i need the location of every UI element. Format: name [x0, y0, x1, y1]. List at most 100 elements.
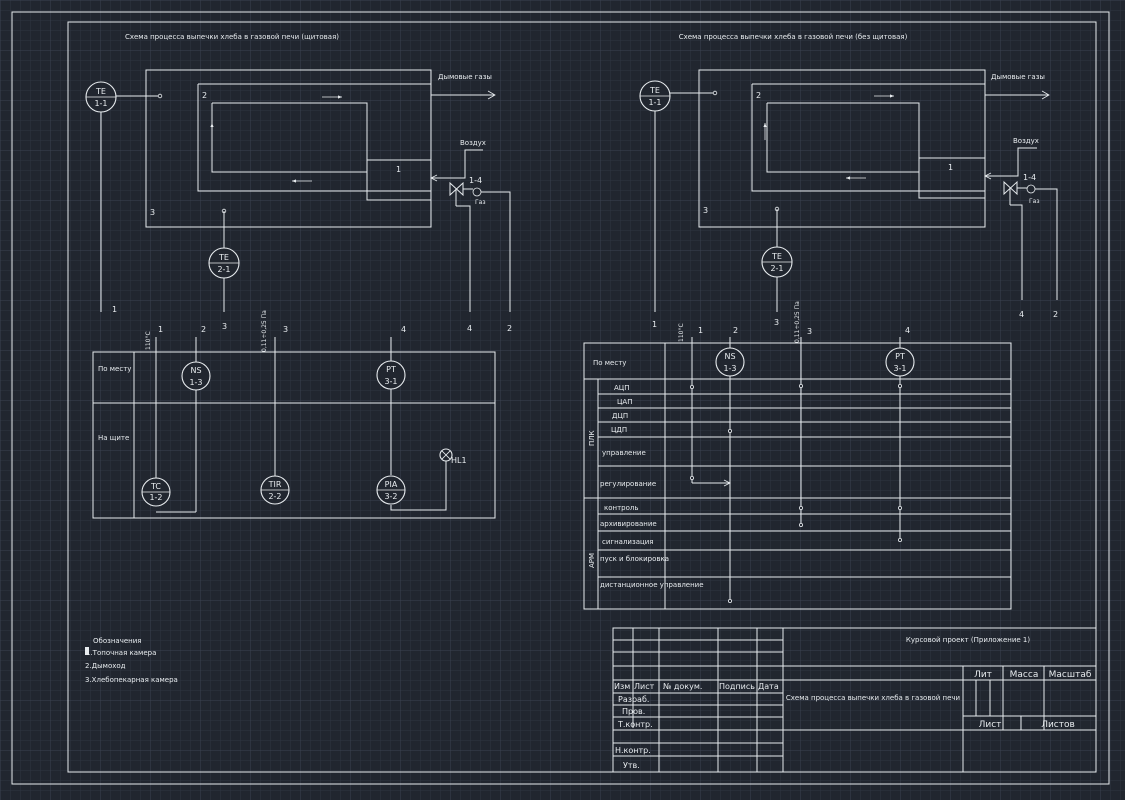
svg-text:1-1: 1-1 [648, 98, 661, 107]
left-zone-3-label: 3 [150, 208, 155, 217]
right-flue-gas-label: Дымовые газы [991, 73, 1045, 81]
right-te-1-1: TE 1-1 [639, 80, 671, 112]
right-group-arm: АРМ [588, 553, 596, 568]
left-line-num-2: 2 [507, 324, 512, 333]
right-arm-row-archiving: архивирование [600, 520, 657, 528]
right-te-2-1: TE 2-1 [761, 246, 793, 278]
svg-text:3-1: 3-1 [384, 377, 397, 386]
right-range-temp: 110°С [678, 323, 685, 342]
left-range-pressure: 0,11÷0,25 Па [261, 310, 268, 352]
left-te-2-1: TE 2-1 [208, 247, 240, 279]
svg-text:PT: PT [895, 352, 905, 361]
right-valve-tag: 1-4 [1023, 173, 1036, 182]
right-plc-row-adc: АЦП [614, 384, 630, 392]
right-plc-row-dcp: ДЦП [612, 412, 628, 420]
left-row-local: По месту [98, 365, 131, 373]
right-row-local: По месту [593, 359, 626, 367]
svg-text:1-3: 1-3 [723, 364, 736, 373]
right-zone-2-label: 2 [756, 91, 761, 100]
left-col-num-1: 1 [158, 325, 163, 334]
title-sheets-label: Листов [1041, 720, 1075, 730]
right-line-num-1: 1 [652, 320, 657, 329]
svg-text:2-2: 2-2 [268, 492, 281, 501]
right-scheme-title: Схема процесса выпечки хлеба в газовой п… [679, 33, 908, 41]
title-row-developed: Разраб. [618, 695, 649, 704]
left-scheme-title: Схема процесса выпечки хлеба в газовой п… [125, 33, 339, 41]
svg-text:TE: TE [218, 253, 229, 262]
schematic-drawing: Схема процесса выпечки хлеба в газовой п… [0, 0, 1125, 800]
svg-text:PIA: PIA [385, 480, 398, 489]
svg-text:1-3: 1-3 [189, 378, 202, 387]
left-pia-3-2: PIA 3-2 [376, 475, 406, 505]
svg-text:1-1: 1-1 [94, 99, 107, 108]
left-tc-1-2: TC 1-2 [141, 477, 171, 507]
svg-text:NS: NS [190, 366, 201, 375]
right-col-num-4: 4 [905, 326, 910, 335]
svg-text:TIR: TIR [268, 480, 282, 489]
right-line-num-4: 4 [1019, 310, 1024, 319]
right-plc-row-cdp: ЦДП [611, 426, 627, 434]
title-row-checked: Пров. [622, 707, 645, 716]
svg-text:3-1: 3-1 [893, 364, 906, 373]
svg-text:3-2: 3-2 [384, 492, 397, 501]
svg-text:TE: TE [771, 252, 782, 261]
title-scale-label: Масштаб [1049, 670, 1092, 680]
right-col-num-2: 2 [733, 326, 738, 335]
legend-heading: Обозначения [93, 637, 141, 645]
left-col-num-3: 3 [283, 325, 288, 334]
left-tir-2-2: TIR 2-2 [260, 475, 290, 505]
legend-item-3: 3.Хлебопекарная камера [85, 676, 178, 684]
title-row-tech-control: Т.контр. [617, 720, 653, 729]
right-line-num-3: 3 [774, 318, 779, 327]
title-col-sheet: Лист [634, 682, 655, 691]
left-line-num-4: 4 [467, 324, 472, 333]
svg-text:2-1: 2-1 [217, 265, 230, 274]
title-col-doc: № докум. [663, 682, 702, 691]
svg-text:1-2: 1-2 [149, 493, 162, 502]
title-row-approved: Утв. [623, 761, 640, 770]
right-plc-row-control: управление [602, 449, 646, 457]
left-zone-2-label: 2 [202, 91, 207, 100]
svg-text:PT: PT [386, 365, 396, 374]
left-line-num-3: 3 [222, 322, 227, 331]
left-line-num-1: 1 [112, 305, 117, 314]
svg-text:2-1: 2-1 [770, 264, 783, 273]
right-air-label: Воздух [1013, 137, 1039, 145]
svg-text:TC: TC [150, 482, 161, 491]
left-flue-gas-label: Дымовые газы [438, 73, 492, 81]
title-block-drawing-name: Схема процесса выпечки хлеба в газовой п… [786, 694, 960, 702]
title-row-norm-control: Н.контр. [615, 746, 651, 755]
title-lit-label: Лит [974, 670, 992, 680]
left-row-panel: На щите [98, 434, 129, 442]
right-group-plc: ПЛК [588, 430, 596, 446]
right-gas-label: Газ [1029, 198, 1040, 205]
right-valve-actuator [1026, 184, 1036, 194]
right-arm-row-alarms: сигнализация [602, 538, 654, 546]
right-line-num-2: 2 [1053, 310, 1058, 319]
title-block-project: Курсовой проект (Приложение 1) [906, 636, 1030, 644]
right-arm-row-start-interlock: пуск и блокировка [600, 555, 669, 563]
svg-text:TE: TE [95, 87, 106, 96]
left-valve-actuator [472, 187, 482, 197]
left-pt-3-1: PT 3-1 [376, 360, 406, 390]
left-col-num-2: 2 [201, 325, 206, 334]
right-plc-row-regulation: регулирование [600, 480, 656, 488]
right-col-num-3: 3 [807, 327, 812, 336]
title-col-rev: Изм [614, 682, 630, 691]
left-zone-1-label: 1 [396, 165, 401, 174]
title-col-signature: Подпись [719, 682, 755, 691]
right-ns-1-3: NS 1-3 [715, 347, 745, 377]
left-col-num-4: 4 [401, 325, 406, 334]
right-range-pressure: 0,11÷0,25 Па [794, 301, 801, 343]
svg-text:TE: TE [649, 86, 660, 95]
right-arm-row-remote-control: дистанционное управление [600, 581, 704, 589]
left-lamp-label: HL1 [451, 456, 467, 465]
left-range-temp: 110°С [145, 331, 152, 350]
right-plc-row-dac: ЦАП [617, 398, 633, 406]
left-ns-1-3: NS 1-3 [181, 361, 211, 391]
right-zone-1-label: 1 [948, 163, 953, 172]
legend-item-1: 1.Топочная камера [86, 649, 156, 657]
left-gas-label: Газ [475, 199, 486, 206]
left-valve-tag: 1-4 [469, 176, 482, 185]
legend-item-2: 2.Дымоход [85, 662, 126, 670]
